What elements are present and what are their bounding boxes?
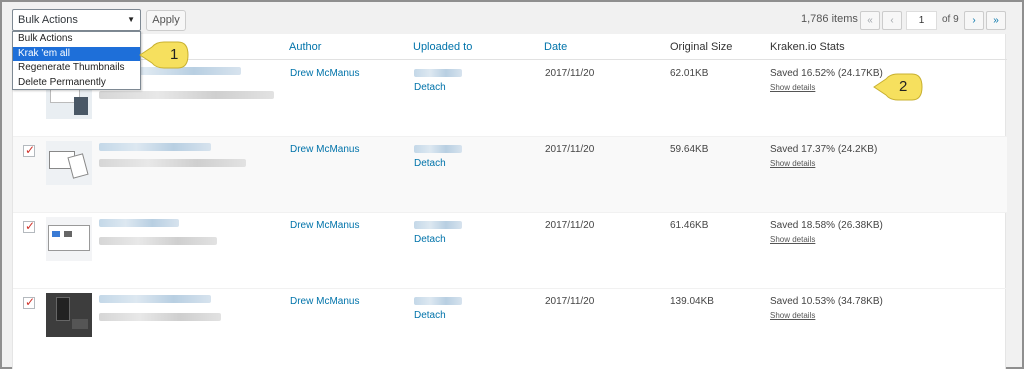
table-row: ✓ Drew McManus Detach 2017/11/20 61.46KB…: [13, 213, 1007, 289]
column-date[interactable]: Date: [544, 41, 567, 53]
blurred-filename: [99, 91, 274, 99]
dropdown-option-delete-permanently[interactable]: Delete Permanently: [13, 76, 140, 91]
callout-2: 2: [872, 72, 924, 102]
table-row: ✓ Drew McManus Detach 2017/11/20 59.64KB…: [13, 137, 1007, 213]
apply-button[interactable]: Apply: [146, 10, 186, 31]
media-table: Author Uploaded to Date Original Size Kr…: [12, 34, 1007, 369]
row-checkbox[interactable]: ✓: [23, 219, 36, 233]
detach-link[interactable]: Detach: [414, 82, 446, 93]
row-checkbox[interactable]: ✓: [23, 295, 36, 309]
date-value: 2017/11/20: [545, 220, 595, 231]
blurred-parent: [414, 145, 462, 153]
blurred-title: [99, 219, 179, 227]
blurred-parent: [414, 297, 462, 305]
checkmark-icon: ✓: [25, 219, 36, 233]
bulk-actions-value: Bulk Actions: [18, 14, 78, 26]
column-author[interactable]: Author: [289, 41, 321, 53]
items-count: 1,786 items: [801, 13, 858, 25]
first-page-button[interactable]: «: [860, 11, 880, 30]
prev-page-button[interactable]: ‹: [882, 11, 902, 30]
media-thumbnail[interactable]: [46, 141, 92, 185]
blurred-title: [99, 295, 211, 303]
callout-number: 2: [899, 78, 908, 95]
date-value: 2017/11/20: [545, 144, 595, 155]
callout-1: 1: [138, 40, 190, 70]
window-frame: Bulk Actions ▼ Apply 1,786 items « ‹ 1 o…: [0, 0, 1024, 369]
dropdown-option-regenerate-thumbnails[interactable]: Regenerate Thumbnails: [13, 61, 140, 76]
original-size-value: 59.64KB: [670, 144, 709, 155]
author-link[interactable]: Drew McManus: [290, 220, 359, 231]
table-row: Drew McManus Detach 2017/11/20 62.01KB S…: [13, 61, 1007, 137]
dropdown-option-bulk-actions[interactable]: Bulk Actions: [13, 32, 140, 47]
show-details-link[interactable]: Show details: [770, 311, 815, 320]
detach-link[interactable]: Detach: [414, 310, 446, 321]
chevron-down-icon: ▼: [127, 15, 135, 24]
author-link[interactable]: Drew McManus: [290, 296, 359, 307]
last-page-button[interactable]: »: [986, 11, 1006, 30]
show-details-link[interactable]: Show details: [770, 159, 815, 168]
blurred-filename: [99, 237, 217, 245]
kraken-stats-value: Saved 17.37% (24.2KB): [770, 144, 878, 155]
date-value: 2017/11/20: [545, 68, 595, 79]
callout-shape: [873, 73, 923, 101]
media-thumbnail[interactable]: [46, 293, 92, 337]
kraken-stats-value: Saved 16.52% (24.17KB): [770, 68, 883, 79]
blurred-title: [99, 143, 211, 151]
media-thumbnail[interactable]: [46, 217, 92, 261]
detach-link[interactable]: Detach: [414, 234, 446, 245]
blurred-parent: [414, 221, 462, 229]
show-details-link[interactable]: Show details: [770, 235, 815, 244]
total-pages: of 9: [942, 14, 959, 25]
next-page-button[interactable]: ›: [964, 11, 984, 30]
original-size-value: 61.46KB: [670, 220, 709, 231]
column-kraken-stats: Kraken.io Stats: [770, 41, 845, 53]
show-details-link[interactable]: Show details: [770, 83, 815, 92]
checkmark-icon: ✓: [25, 143, 36, 157]
detach-link[interactable]: Detach: [414, 158, 446, 169]
table-row: ✓ Drew McManus Detach 2017/11/20 139.04K…: [13, 289, 1007, 365]
dropdown-option-krak-em-all[interactable]: Krak 'em all: [13, 46, 140, 61]
row-checkbox[interactable]: ✓: [23, 143, 36, 157]
current-page-input[interactable]: 1: [906, 11, 937, 30]
author-link[interactable]: Drew McManus: [290, 144, 359, 155]
callout-shape: [139, 41, 189, 69]
bulk-actions-dropdown: Bulk Actions Krak 'em all Regenerate Thu…: [12, 31, 141, 90]
column-original-size: Original Size: [670, 41, 733, 53]
original-size-value: 139.04KB: [670, 296, 714, 307]
original-size-value: 62.01KB: [670, 68, 709, 79]
tablenav-top: Bulk Actions ▼ Apply 1,786 items « ‹ 1 o…: [2, 2, 1022, 34]
blurred-parent: [414, 69, 462, 77]
author-link[interactable]: Drew McManus: [290, 68, 359, 79]
kraken-stats-value: Saved 18.58% (26.38KB): [770, 220, 883, 231]
column-uploaded-to[interactable]: Uploaded to: [413, 41, 472, 53]
date-value: 2017/11/20: [545, 296, 595, 307]
blurred-filename: [99, 313, 221, 321]
blurred-filename: [99, 159, 246, 167]
callout-number: 1: [170, 46, 179, 63]
kraken-stats-value: Saved 10.53% (34.78KB): [770, 296, 883, 307]
checkmark-icon: ✓: [25, 295, 36, 309]
bulk-actions-select[interactable]: Bulk Actions ▼: [12, 9, 141, 31]
